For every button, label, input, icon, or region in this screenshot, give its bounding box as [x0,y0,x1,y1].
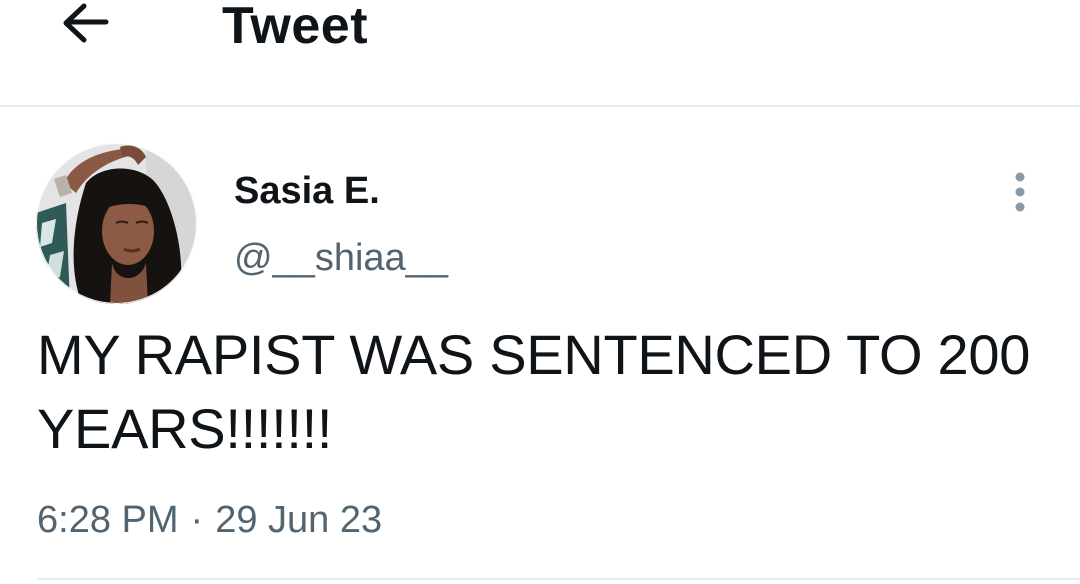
profile-photo [36,143,197,304]
tweet-timestamp[interactable]: 6:28 PM · 29 Jun 23 [37,497,382,543]
back-button[interactable] [56,0,112,48]
page-title: Tweet [222,0,369,55]
top-bar: Tweet [0,0,1080,107]
more-options-button[interactable] [1006,170,1034,214]
tweet-date: 29 Jun 23 [215,499,383,541]
avatar[interactable] [36,143,197,304]
divider [37,578,1080,580]
timestamp-separator: · [190,499,204,541]
tweet-text: MY RAPIST WAS SENTENCED TO 200 YEARS!!!!… [37,323,1031,460]
arrow-left-icon [63,3,109,43]
author-display-name[interactable]: Sasia E. [234,168,380,214]
more-vertical-icon [1015,172,1025,212]
tweet-time: 6:28 PM [37,499,179,541]
author-handle[interactable]: @__shiaa__ [234,235,448,281]
